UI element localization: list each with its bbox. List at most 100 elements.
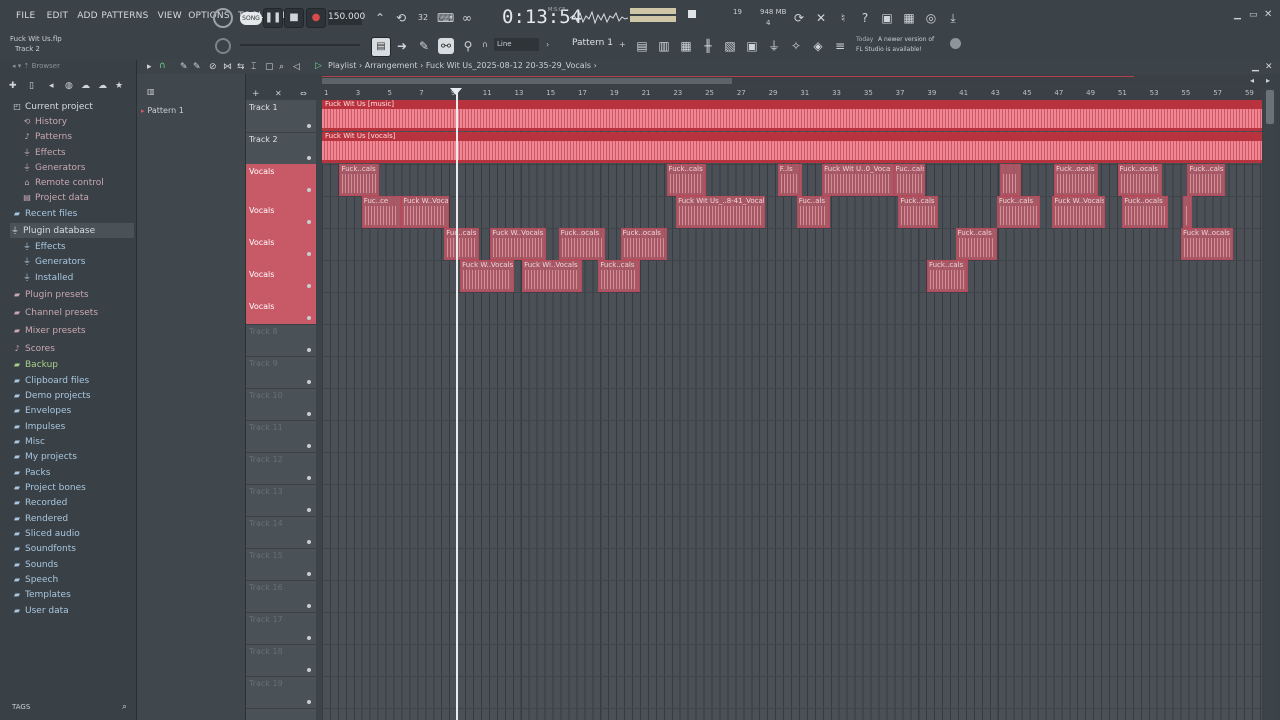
mixer-view-icon[interactable]: ╫ [700, 38, 716, 54]
audio-clip[interactable]: Fuck..ocals [1053, 164, 1099, 196]
download-icon[interactable]: ⤓ [945, 10, 961, 26]
menu-add[interactable]: ADD [77, 11, 98, 21]
menu-edit[interactable]: EDIT [47, 11, 69, 21]
track-mute-dot[interactable] [307, 316, 311, 320]
audio-clip[interactable]: Fuc..als [796, 196, 831, 228]
audio-clip[interactable]: Fuck..cals [1187, 164, 1226, 196]
browser-item-history[interactable]: ⟲ History [22, 114, 67, 129]
track-header[interactable]: Track 16 [246, 580, 316, 613]
close-icon[interactable]: ✕ [1264, 9, 1272, 20]
playlist-overview[interactable] [322, 76, 1262, 86]
stop-button[interactable]: ■ [284, 8, 304, 28]
browser-item-speech[interactable]: ▰ Speech [12, 572, 58, 587]
playlist-options-icon[interactable]: ▸ [147, 62, 152, 72]
song-mode-toggle[interactable]: SONG [240, 12, 262, 25]
track-mute-dot[interactable] [307, 444, 311, 448]
track-header[interactable]: Vocals [246, 260, 316, 293]
tempo-display[interactable]: 150.000 [328, 10, 365, 25]
track-header[interactable]: Vocals [246, 228, 316, 261]
tools-icon[interactable]: ✕ [813, 10, 829, 26]
browser-item-installed[interactable]: ⏚ Installed [22, 270, 73, 285]
track-header[interactable]: Track 1 [246, 100, 316, 133]
track-mute-dot[interactable] [307, 380, 311, 384]
cloud-upload-icon[interactable]: ☁ [98, 81, 107, 91]
playlist-grid[interactable]: Fuck Wit Us [music] Fuck Wit Us [vocals] F… [322, 100, 1262, 720]
slice-tool-icon[interactable]: ⌶ [251, 62, 256, 72]
plugin-picker-icon[interactable]: ▧ [722, 38, 738, 54]
channel-rack-icon[interactable]: ▦ [678, 38, 694, 54]
timeline-ruler[interactable]: 1 3 5 7 9 11 13 15 17 19 21 23 25 27 29 31 33 35 37 39 41 43 4… [322, 88, 1262, 100]
playlist-icon[interactable]: ▤ [634, 38, 650, 54]
tag-icon[interactable]: ◈ [810, 38, 826, 54]
menu-patterns[interactable]: PATTERNS [101, 11, 148, 21]
master-volume-knob[interactable] [215, 38, 231, 54]
browser-item-mixer-presets[interactable]: ▰ Mixer presets [12, 323, 86, 338]
track-lane[interactable] [322, 580, 1262, 613]
browser-item-plugin-presets[interactable]: ▰ Plugin presets [12, 287, 89, 302]
blend-notes-icon[interactable]: ⌨ [437, 10, 454, 26]
browser-item-recorded[interactable]: ▰ Recorded [12, 495, 67, 510]
track-mute-dot[interactable] [307, 284, 311, 288]
arrow-right-icon[interactable]: ➜ [394, 38, 410, 54]
pattern-prev-icon[interactable]: › [546, 40, 549, 49]
track-header[interactable]: Track 12 [246, 452, 316, 485]
back-icon[interactable]: ◂ [49, 81, 54, 91]
browser-item-backup[interactable]: ▰ Backup [12, 357, 58, 372]
pattern-picker-item[interactable]: ▸ Pattern 1 [141, 106, 241, 118]
browser-arrow-icon[interactable]: ◂ ▾ ⇡ [12, 62, 32, 70]
metronome-icon[interactable]: ⌃ [372, 10, 388, 26]
browser-item-user-data[interactable]: ▰ User data [12, 603, 69, 618]
mute-tool-icon[interactable]: ⋈ [223, 62, 232, 72]
browser-item-packs[interactable]: ▰ Packs [12, 465, 50, 480]
piano-roll-icon[interactable]: ▥ [656, 38, 672, 54]
browser-item-misc[interactable]: ▰ Misc [12, 434, 45, 449]
audio-clip[interactable]: Fuck..ocals [1122, 196, 1169, 228]
browser-item-my-projects[interactable]: ▰ My projects [12, 449, 77, 464]
chat-icon[interactable]: ◎ [923, 10, 939, 26]
menu-view[interactable]: VIEW [158, 11, 182, 21]
track-header[interactable]: Track 10 [246, 388, 316, 421]
overview-scroll-window[interactable] [322, 78, 732, 84]
list-icon[interactable]: ≡ [832, 38, 848, 54]
restore-icon[interactable]: ▭ [1249, 10, 1258, 20]
audio-clip[interactable]: F..ls [777, 164, 802, 196]
remove-track-icon[interactable]: ✕ [275, 89, 282, 98]
track-mute-dot[interactable] [307, 156, 311, 160]
star-icon[interactable]: ★ [115, 81, 123, 91]
pause-button[interactable]: ❚❚ [263, 8, 283, 28]
track-mute-dot[interactable] [307, 476, 311, 480]
add-track-icon[interactable]: + [252, 89, 260, 99]
stamp-icon[interactable]: ⚲ [460, 38, 476, 54]
audio-clip[interactable] [1000, 164, 1021, 196]
delete-tool-icon[interactable]: ⊘ [209, 62, 217, 72]
browser-item-scores[interactable]: ♪ Scores [12, 341, 54, 356]
browser-item-patterns[interactable]: ♪ Patterns [22, 129, 72, 144]
track-mute-dot[interactable] [307, 412, 311, 416]
microphone-icon[interactable]: ♮ [835, 10, 851, 26]
track-lane[interactable] [322, 324, 1262, 357]
select-tool-icon[interactable]: ▢ [265, 62, 274, 72]
master-volume-handle[interactable] [688, 10, 696, 18]
audio-clip[interactable]: Fuc..cals [444, 228, 480, 260]
browser-item-channel-presets[interactable]: ▰ Channel presets [12, 305, 98, 320]
news-globe-icon[interactable] [950, 38, 961, 49]
browser-item-recent-files[interactable]: ▰ Recent files [12, 206, 77, 221]
audio-clip[interactable]: Fuck W..Vocals [490, 228, 546, 260]
playlist-close-icon[interactable]: ✕ [1265, 62, 1273, 72]
playlist-minimize-icon[interactable]: ▁ [1252, 62, 1259, 72]
breadcrumb-arrangement[interactable]: Arrangement [365, 61, 418, 70]
loop-icon[interactable]: ∞ [459, 10, 475, 26]
paint-tool-icon[interactable]: ✎ [193, 62, 201, 72]
breadcrumb-clip[interactable]: Fuck Wit Us_2025-08-12 20-35-29_Vocals [426, 61, 591, 70]
audio-clip[interactable]: Fuck Wi..Vocals [522, 260, 583, 292]
zoom-tool-icon[interactable]: ⌕ [279, 62, 284, 72]
audio-clip[interactable]: Fuck W..Vocals [460, 260, 515, 292]
track-mute-dot[interactable] [307, 700, 311, 704]
track-mute-dot[interactable] [307, 124, 311, 128]
track-header[interactable]: Vocals [246, 196, 316, 229]
snap-mode-select[interactable]: Line [494, 38, 539, 51]
pencil-icon[interactable]: ✎ [416, 38, 432, 54]
menu-file[interactable]: FILE [16, 11, 35, 21]
pattern-selector[interactable]: Pattern 1 [572, 38, 613, 48]
scroll-left-icon[interactable]: ◂ [1250, 76, 1254, 85]
